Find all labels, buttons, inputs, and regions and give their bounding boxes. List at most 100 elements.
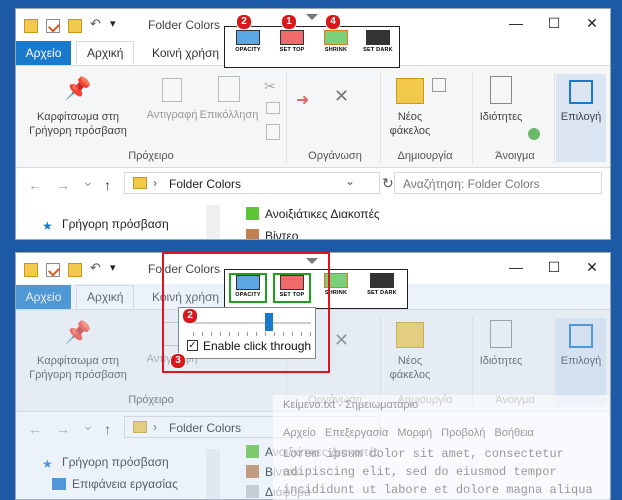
breadcrumb[interactable]: Folder Colors xyxy=(169,421,241,435)
close-button[interactable]: ✕ xyxy=(574,256,610,278)
folder-icon xyxy=(246,465,259,478)
undo-icon[interactable]: ↶ xyxy=(90,260,104,275)
list-item[interactable]: Βίντεο xyxy=(246,229,298,239)
folder-icon xyxy=(246,485,259,498)
set-dark-button[interactable]: SET DARK xyxy=(359,30,397,60)
set-dark-button[interactable]: SET DARK xyxy=(363,273,401,303)
recent-icon[interactable]: ⌄ xyxy=(82,417,94,434)
set-dark-icon xyxy=(370,273,394,288)
cut-icon[interactable]: ✂ xyxy=(264,78,276,95)
notepad-line: incididunt ut labore et dolore magna ali… xyxy=(283,483,593,497)
background-notepad-window: Κείμενο.txt - Σημειωματάριο Αρχείο Επεξε… xyxy=(273,395,609,500)
ribbon: 📌 Καρφίτσωμα στη Γρήγορη πρόσβαση Αντιγρ… xyxy=(16,66,610,168)
customize-toolbar-icon[interactable]: ▾ xyxy=(110,17,124,31)
new-folder-icon xyxy=(396,322,424,348)
forward-icon[interactable]: → xyxy=(56,177,70,193)
new-folder-button[interactable]: Νέος φάκελος xyxy=(380,74,440,138)
content-area: ★Γρήγορη πρόσβαση Επιφάνεια εργασίας Ανο… xyxy=(16,199,610,239)
tab-share[interactable]: Κοινή χρήση xyxy=(142,41,229,65)
copy-button[interactable]: Αντιγραφή xyxy=(142,74,202,122)
breadcrumb[interactable]: Folder Colors xyxy=(169,177,241,191)
refresh-icon[interactable]: ↻ xyxy=(382,175,394,192)
badge-set-top: 1 xyxy=(281,14,297,30)
group-clipboard-label: Πρόχειρο xyxy=(128,150,174,162)
paste-button[interactable]: Επικόλληση xyxy=(196,74,262,122)
pin-quick-access-button[interactable]: 📌 Καρφίτσωμα στη Γρήγορη πρόσβαση xyxy=(22,74,134,138)
set-top-icon xyxy=(280,30,304,45)
notepad-title: Κείμενο.txt - Σημειωματάριο xyxy=(283,399,419,411)
address-box[interactable]: › Folder Colors ⌄ xyxy=(124,172,380,194)
paste-icon xyxy=(218,76,240,102)
set-top-button[interactable]: SET TOP xyxy=(273,30,311,60)
minimize-button[interactable]: — xyxy=(498,12,534,34)
move-to-icon[interactable]: ➜ xyxy=(296,90,309,110)
maximize-button[interactable]: ☐ xyxy=(536,256,572,278)
up-icon[interactable]: ↑ xyxy=(104,177,111,193)
new-folder-button[interactable]: Νέος φάκελος xyxy=(380,318,440,382)
breadcrumb-separator: › xyxy=(153,420,157,434)
nav-item-desktop[interactable]: Επιφάνεια εργασίας xyxy=(52,239,178,240)
shrink-button[interactable]: SHRINK xyxy=(317,30,355,60)
maximize-button[interactable]: ☐ xyxy=(536,12,572,34)
nav-item-quick-access[interactable]: ★ Γρήγορη πρόσβαση xyxy=(42,217,169,233)
folder-icon xyxy=(246,207,259,220)
new-item-icon[interactable] xyxy=(432,78,446,92)
back-icon[interactable]: ← xyxy=(28,421,42,437)
undo-icon[interactable]: ↶ xyxy=(90,16,104,31)
tab-home[interactable]: Αρχική xyxy=(76,41,135,65)
navigation-pane: ★Γρήγορη πρόσβαση Επιφάνεια εργασίας xyxy=(16,443,206,499)
opacity-button[interactable]: OPACITY xyxy=(229,30,267,60)
select-icon xyxy=(569,324,593,348)
notepad-menu: Αρχείο Επεξεργασία Μορφή Προβολή Βοήθεια xyxy=(283,427,534,439)
history-icon[interactable] xyxy=(528,128,540,140)
nav-item-desktop[interactable]: Επιφάνεια εργασίας xyxy=(52,477,178,491)
nav-scrollbar[interactable] xyxy=(206,205,220,239)
delete-icon[interactable]: ✕ xyxy=(334,330,349,351)
recent-icon[interactable]: ⌄ xyxy=(82,173,94,190)
shrink-icon xyxy=(324,30,348,45)
customize-toolbar-icon[interactable]: ▾ xyxy=(110,261,124,275)
back-icon[interactable]: ← xyxy=(28,177,42,193)
nav-scrollbar[interactable] xyxy=(206,449,220,499)
pin-icon: 📌 xyxy=(64,76,92,101)
separator xyxy=(554,72,555,164)
properties-icon[interactable] xyxy=(46,263,60,277)
close-button[interactable]: ✕ xyxy=(574,12,610,34)
group-open-label: Άνοιγμα xyxy=(495,150,535,162)
star-icon: ★ xyxy=(42,219,53,233)
breadcrumb-separator: › xyxy=(153,176,157,190)
star-icon: ★ xyxy=(42,457,53,471)
properties-icon[interactable] xyxy=(46,19,60,33)
copy-icon xyxy=(162,78,182,102)
select-button[interactable]: Επιλογή xyxy=(556,74,606,162)
folder-icon xyxy=(246,229,259,239)
folder-icon xyxy=(246,445,259,458)
minimize-button[interactable]: — xyxy=(498,256,534,278)
nav-item-quick-access[interactable]: ★ Γρήγορη πρόσβαση xyxy=(42,455,169,471)
tab-file[interactable]: Αρχείο xyxy=(16,41,71,65)
up-icon[interactable]: ↑ xyxy=(104,421,111,437)
new-folder-icon[interactable] xyxy=(68,263,82,277)
properties-button[interactable]: Ιδιότητες xyxy=(468,74,534,124)
toolbar-handle[interactable] xyxy=(306,14,318,20)
folder-icon xyxy=(133,421,147,433)
chevron-down-icon[interactable]: ⌄ xyxy=(345,174,355,188)
notepad-line: adipiscing elit, sed do eiusmod tempor xyxy=(283,465,557,479)
search-input[interactable]: Αναζήτηση: Folder Colors xyxy=(394,172,602,194)
copy-path-icon[interactable] xyxy=(266,102,280,114)
select-button[interactable]: Επιλογή xyxy=(556,318,606,406)
list-item[interactable]: Ανοιξιάτικες Διακοπές xyxy=(246,207,380,221)
window-tools-toolbar-top: OPACITY SET TOP SHRINK SET DARK xyxy=(224,26,400,68)
new-folder-icon[interactable] xyxy=(68,19,82,33)
paste-shortcut-icon[interactable] xyxy=(266,124,280,140)
properties-button[interactable]: Ιδιότητες xyxy=(468,318,534,368)
folder-icon xyxy=(133,177,147,189)
tab-file[interactable]: Αρχείο xyxy=(16,285,71,309)
forward-icon[interactable]: → xyxy=(56,421,70,437)
tab-home[interactable]: Αρχική xyxy=(76,285,135,309)
properties-icon xyxy=(490,320,512,348)
highlight-box xyxy=(162,252,330,373)
badge-opacity: 2 xyxy=(236,14,252,30)
delete-icon[interactable]: ✕ xyxy=(334,86,349,107)
pin-quick-access-button[interactable]: 📌 Καρφίτσωμα στη Γρήγορη πρόσβαση xyxy=(22,318,134,382)
